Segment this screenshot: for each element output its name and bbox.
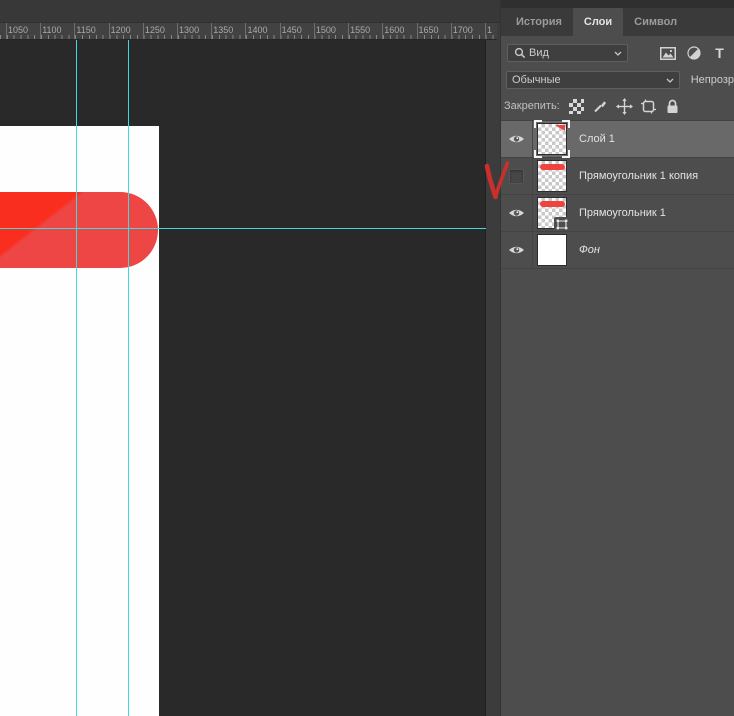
document-canvas[interactable] [0,126,159,716]
layer-thumbnail[interactable] [538,198,566,228]
ruler-label: 1300 [179,25,199,35]
ruler-major-tick [348,23,349,40]
guide-horizontal[interactable] [0,228,486,229]
layers-panel-body: Вид T Обычные [501,36,734,269]
guide-vertical[interactable] [76,40,77,716]
ruler-major-tick [6,23,7,40]
layer-thumbnail[interactable] [538,161,566,191]
layers-list: Слой 1 Прямоугольник 1 копия [501,120,734,269]
shape-layer-badge-icon [554,217,569,231]
move-icon [616,98,633,115]
ruler-label: 1100 [42,25,61,35]
pixel-layers-filter-icon[interactable] [659,45,676,61]
canvas-area: 1050 1100 1150 1200 1250 1300 1350 1400 1450 1500… [0,0,500,716]
layer-row-layer1[interactable]: Слой 1 [501,121,734,158]
thumbnail-red-bar [540,164,565,170]
eye-icon [508,207,525,219]
filter-kind-value: Вид [529,47,549,59]
tab-glyphs[interactable]: Символ [623,8,688,36]
artboard-icon [640,99,657,114]
ruler-major-tick [485,23,486,40]
chevron-down-icon [614,51,622,56]
layer-thumbnail[interactable] [538,124,566,154]
layer-row-background[interactable]: Фон [501,232,734,269]
lock-transparent-pixels-button[interactable] [568,98,585,114]
ruler-label: 1450 [282,25,302,35]
type-layers-filter-icon[interactable]: T [711,45,728,61]
chevron-down-icon [666,78,674,83]
ruler-label: 1350 [213,25,233,35]
ruler-label: 1650 [419,25,439,35]
ruler-label: 1200 [111,25,131,35]
layer-thumbnail[interactable] [538,235,566,265]
red-v-annotation-mark [482,157,512,202]
ruler-major-tick [314,23,315,40]
filter-kind-select[interactable]: Вид [507,44,628,62]
photoshop-window: 1050 1100 1150 1200 1250 1300 1350 1400 1450 1500… [0,0,734,716]
selection-bracket [562,150,570,158]
tab-layers[interactable]: Слои [573,8,623,36]
ruler-label: 1500 [316,25,336,35]
visibility-toggle[interactable] [501,232,533,268]
blend-mode-value: Обычные [512,74,561,86]
selection-bracket [534,150,542,158]
layer-name[interactable]: Слой 1 [579,133,615,145]
red-rounded-rectangle-shape [0,192,158,268]
lock-artboard-button[interactable] [640,98,657,114]
ruler-label: 1050 [8,25,28,35]
ruler-major-tick [382,23,383,40]
ruler-major-tick [40,23,41,40]
tool-options-strip [0,0,500,23]
ruler-label: 1600 [384,25,404,35]
ruler-major-tick [280,23,281,40]
visibility-toggle[interactable] [501,121,533,157]
layer-row-rect1-copy[interactable]: Прямоугольник 1 копия [501,158,734,195]
tab-history[interactable]: История [505,8,573,36]
selection-bracket [534,120,542,128]
blend-mode-row: Обычные Непрозр [506,71,734,89]
search-icon [513,47,526,60]
layer-row-rect1[interactable]: Прямоугольник 1 [501,195,734,232]
layer-name[interactable]: Прямоугольник 1 копия [579,170,698,182]
ruler-label: 1700 [453,25,473,35]
layer-filter-row: Вид T [507,44,730,62]
panel-tabbar: История Слои Символ [501,8,734,36]
ruler-label: 1250 [145,25,165,35]
eye-icon [508,133,525,145]
guide-vertical[interactable] [128,40,129,716]
filter-type-buttons: T [659,45,730,61]
layer-name[interactable]: Фон [579,244,600,256]
lock-position-button[interactable] [616,98,633,114]
lock-image-pixels-button[interactable] [592,98,609,114]
layer-name[interactable]: Прямоугольник 1 [579,207,666,219]
ruler-major-tick [109,23,110,40]
lock-all-button[interactable] [664,98,681,114]
ruler-label: 1150 [76,25,95,35]
opacity-label: Непрозр [691,74,734,86]
ruler-major-tick [177,23,178,40]
layers-panel: История Слои Символ Вид [500,0,734,716]
eye-icon [508,244,525,256]
ruler-major-tick [451,23,452,40]
selection-bracket [562,120,570,128]
panel-top-strip [501,0,734,8]
ruler-major-tick [74,23,75,40]
ruler-major-tick [245,23,246,40]
ruler-major-tick [417,23,418,40]
ruler-major-tick [143,23,144,40]
adjustment-layers-filter-icon[interactable] [685,45,702,61]
blend-mode-select[interactable]: Обычные [506,71,680,89]
top-ruler[interactable]: 1050 1100 1150 1200 1250 1300 1350 1400 1450 1500… [0,23,497,40]
thumbnail-red-bar [540,201,565,207]
ruler-label: 1550 [350,25,370,35]
lock-row: Закрепить: [504,96,734,116]
ruler-label: 1400 [247,25,267,35]
checkerboard-icon [569,99,584,114]
ruler-major-tick [211,23,212,40]
lock-icon [666,99,679,114]
ruler-label: 1 [487,25,492,35]
brush-icon [592,98,608,114]
viewport[interactable] [0,40,500,716]
lock-label: Закрепить: [504,100,560,112]
